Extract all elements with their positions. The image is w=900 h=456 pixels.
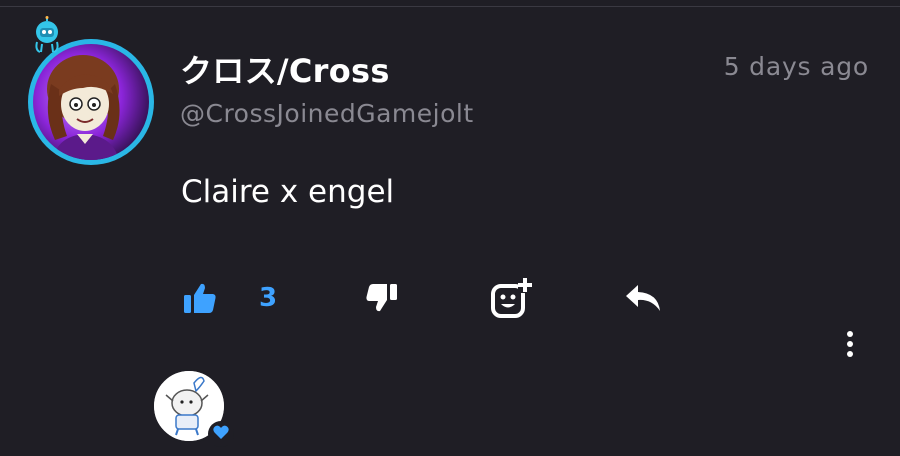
reply-arrow-icon [624, 283, 662, 317]
liked-badge [208, 421, 234, 447]
author-username[interactable]: @CrossJoinedGamejolt [180, 99, 474, 128]
author-display-name[interactable]: クロス/Cross [180, 46, 390, 92]
add-reaction-button[interactable] [489, 277, 535, 325]
add-reaction-icon [490, 277, 534, 325]
thumbs-up-icon [183, 282, 217, 318]
like-button[interactable] [180, 280, 220, 320]
avatar-image [33, 44, 149, 160]
more-options-button[interactable] [838, 326, 862, 366]
like-count[interactable]: 3 [259, 283, 277, 313]
thumbs-down-icon [366, 283, 398, 317]
dislike-button[interactable] [362, 280, 402, 320]
avatar-ring [28, 39, 154, 165]
more-vertical-icon [846, 331, 854, 361]
robot-sticker-icon [28, 16, 66, 54]
post-timestamp[interactable]: 5 days ago [724, 52, 869, 81]
liked-by-avatar[interactable] [152, 369, 234, 451]
post-card: クロス/Cross @CrossJoinedGamejolt 5 days ag… [0, 0, 900, 456]
author-avatar[interactable] [24, 16, 158, 165]
divider [0, 6, 900, 7]
post-body-text: Claire x engel [181, 174, 395, 210]
reply-button[interactable] [621, 280, 665, 320]
heart-icon [213, 425, 229, 444]
avatar-illustration [47, 55, 120, 160]
